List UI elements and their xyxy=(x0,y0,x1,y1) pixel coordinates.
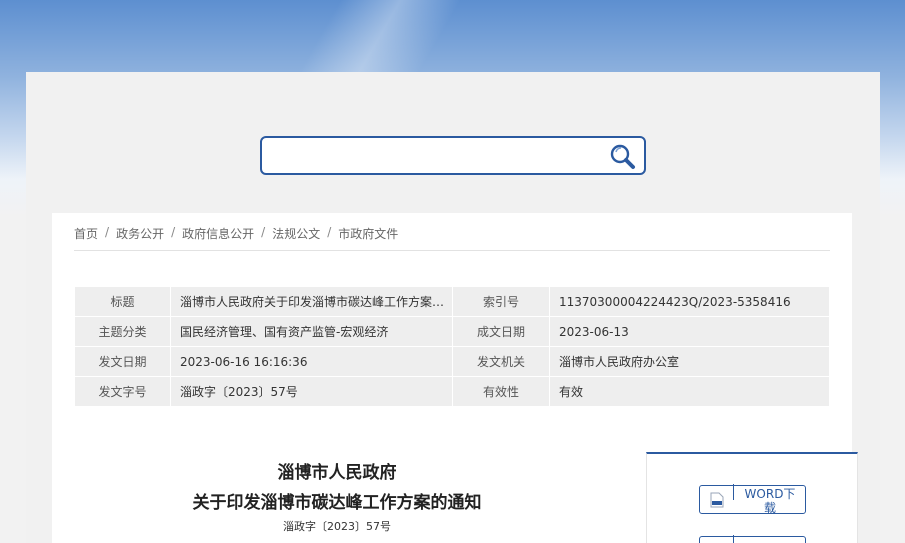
validity-value: 有效 xyxy=(550,377,830,407)
breadcrumb-separator: / xyxy=(327,225,332,239)
search-box xyxy=(260,136,646,175)
metadata-table: 标题 淄博市人民政府关于印发淄博市碳达峰工作方案的通知 索引号 11370300… xyxy=(75,287,830,407)
word-download-label: WORD下载 xyxy=(744,487,796,515)
topic-label: 主题分类 xyxy=(75,317,171,347)
document-number-label: 发文字号 xyxy=(75,377,171,407)
page-container: 首页 / 政务公开 / 政府信息公开 / 法规公文 / 市政府文件 标题 淄博市… xyxy=(26,72,880,543)
index-value: 11370300004224423Q/2023-5358416 xyxy=(550,287,830,317)
download-panel: WORD下载 xyxy=(646,452,858,543)
validity-label: 有效性 xyxy=(453,377,550,407)
breadcrumb-separator: / xyxy=(261,225,266,239)
search-input[interactable] xyxy=(270,144,600,168)
word-download-button[interactable]: WORD下载 xyxy=(699,484,806,515)
issued-date-label: 发文日期 xyxy=(75,347,171,377)
breadcrumb-municipal-documents[interactable]: 市政府文件 xyxy=(338,225,398,242)
button-divider xyxy=(733,535,734,543)
breadcrumb-regulations[interactable]: 法规公文 xyxy=(272,225,320,242)
document-number: 淄政字〔2023〕57号 xyxy=(283,520,391,533)
table-row: 标题 淄博市人民政府关于印发淄博市碳达峰工作方案的通知 索引号 11370300… xyxy=(75,287,830,317)
content-panel: 首页 / 政务公开 / 政府信息公开 / 法规公文 / 市政府文件 标题 淄博市… xyxy=(52,213,858,543)
table-row: 发文日期 2023-06-16 16:16:36 发文机关 淄博市人民政府办公室 xyxy=(75,347,830,377)
document-title-issuer: 淄博市人民政府 xyxy=(277,463,397,483)
title-label: 标题 xyxy=(75,287,171,317)
index-label: 索引号 xyxy=(453,287,550,317)
title-value: 淄博市人民政府关于印发淄博市碳达峰工作方案的通知 xyxy=(171,287,453,317)
issuing-agency-label: 发文机关 xyxy=(453,347,550,377)
search-icon xyxy=(610,144,635,169)
breadcrumb-separator: / xyxy=(171,225,176,239)
breadcrumb-separator: / xyxy=(105,225,110,239)
button-divider xyxy=(733,484,734,500)
breadcrumb-government-affairs[interactable]: 政务公开 xyxy=(116,225,164,242)
breadcrumb-information-disclosure[interactable]: 政府信息公开 xyxy=(182,225,254,242)
created-date-value: 2023-06-13 xyxy=(550,317,830,347)
document-number-value: 淄政字〔2023〕57号 xyxy=(171,377,453,407)
document-icon xyxy=(710,492,724,508)
created-date-label: 成文日期 xyxy=(453,317,550,347)
search-button[interactable] xyxy=(608,142,638,170)
document-title: 关于印发淄博市碳达峰工作方案的通知 xyxy=(192,493,482,513)
issuing-agency-value: 淄博市人民政府办公室 xyxy=(550,347,830,377)
table-row: 发文字号 淄政字〔2023〕57号 有效性 有效 xyxy=(75,377,830,407)
breadcrumb-home[interactable]: 首页 xyxy=(74,225,98,242)
header-banner xyxy=(250,0,510,72)
issued-date-value: 2023-06-16 16:16:36 xyxy=(171,347,453,377)
secondary-download-button[interactable] xyxy=(699,535,806,543)
breadcrumb: 首页 / 政务公开 / 政府信息公开 / 法规公文 / 市政府文件 xyxy=(74,225,830,251)
topic-value: 国民经济管理、国有资产监管-宏观经济 xyxy=(171,317,453,347)
table-row: 主题分类 国民经济管理、国有资产监管-宏观经济 成文日期 2023-06-13 xyxy=(75,317,830,347)
